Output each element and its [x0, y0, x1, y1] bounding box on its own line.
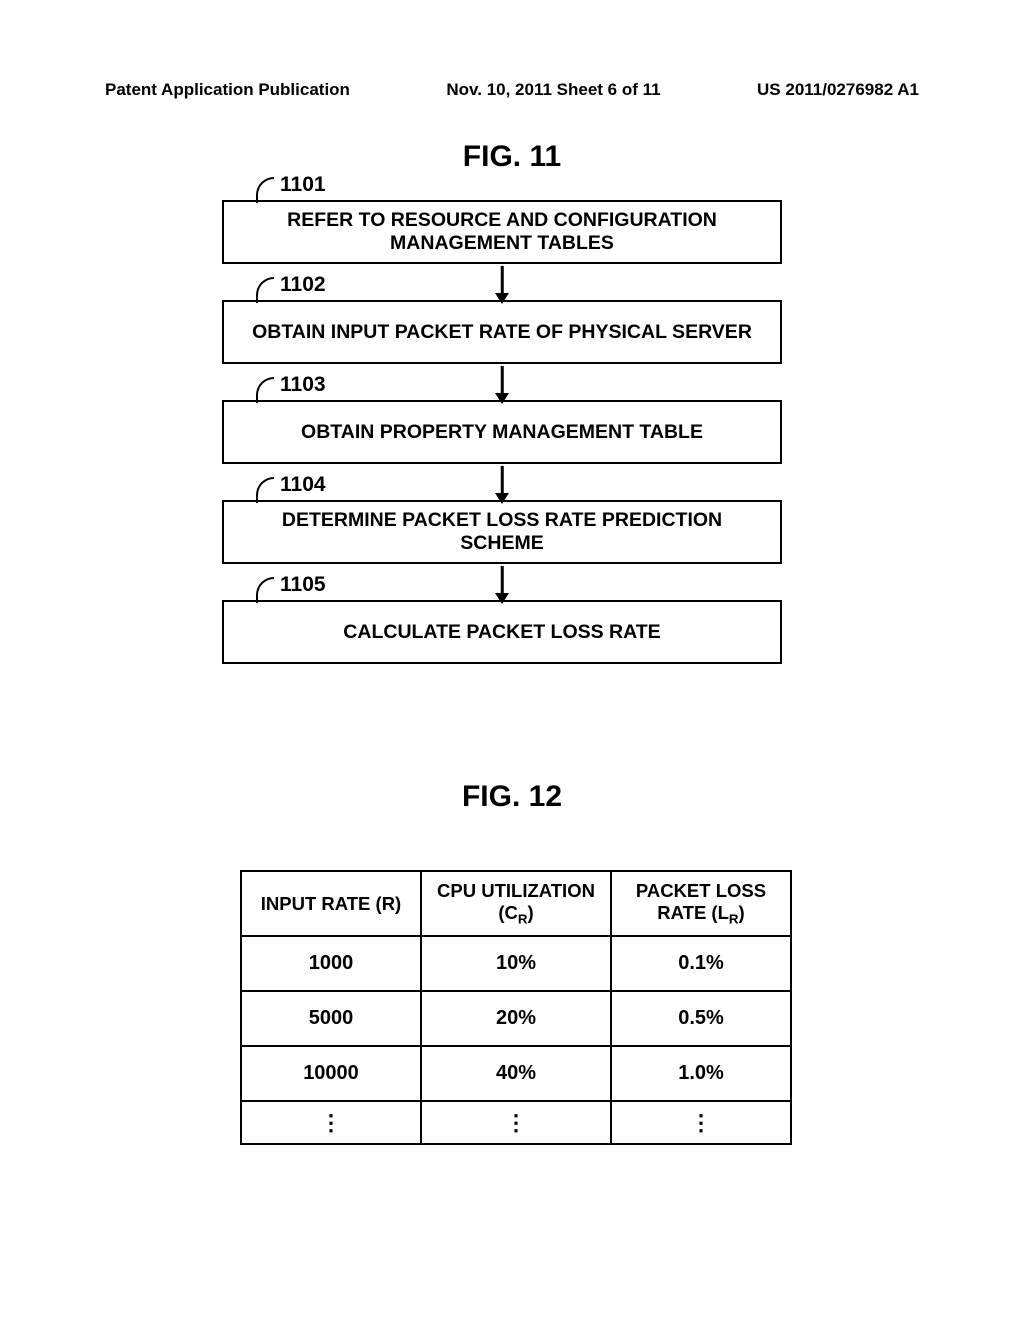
leader-line-icon — [256, 577, 274, 603]
flow-step-text: OBTAIN PROPERTY MANAGEMENT TABLE — [301, 421, 703, 444]
cell-l: 0.1% — [611, 936, 791, 991]
cell-c: 10% — [421, 936, 611, 991]
cell-r: 10000 — [241, 1046, 421, 1101]
leader-line-icon — [256, 177, 274, 203]
ref-number: 1101 — [280, 173, 326, 198]
step-ref-1103: 1103 — [256, 372, 326, 402]
cell-r: 1000 — [241, 936, 421, 991]
ref-number: 1105 — [280, 573, 326, 598]
table-header-row: INPUT RATE (R) CPU UTILIZATION (CR) PACK… — [241, 871, 791, 936]
flow-step-1104: 1104 DETERMINE PACKET LOSS RATE PREDICTI… — [222, 500, 782, 564]
step-ref-1104: 1104 — [256, 472, 326, 502]
flow-step-text: DETERMINE PACKET LOSS RATE PREDICTION SC… — [246, 509, 758, 555]
flow-step-text: REFER TO RESOURCE AND CONFIGURATION MANA… — [246, 209, 758, 255]
flow-step-text: CALCULATE PACKET LOSS RATE — [343, 621, 660, 644]
cell-l-ellipsis: ⋮ — [611, 1101, 791, 1144]
leader-line-icon — [256, 477, 274, 503]
flow-step-1102: 1102 OBTAIN INPUT PACKET RATE OF PHYSICA… — [222, 300, 782, 364]
table-row: 1000 10% 0.1% — [241, 936, 791, 991]
ref-number: 1102 — [280, 273, 326, 298]
col-c-post: ) — [527, 902, 533, 923]
header-left: Patent Application Publication — [105, 80, 350, 100]
cell-r-ellipsis: ⋮ — [241, 1101, 421, 1144]
table-row-ellipsis: ⋮ ⋮ ⋮ — [241, 1101, 791, 1144]
leader-line-icon — [256, 277, 274, 303]
flow-step-1103: 1103 OBTAIN PROPERTY MANAGEMENT TABLE — [222, 400, 782, 464]
header-right: US 2011/0276982 A1 — [757, 80, 919, 100]
figure-12-title: FIG. 12 — [0, 780, 1024, 814]
step-ref-1101: 1101 — [256, 172, 326, 202]
col-input-rate: INPUT RATE (R) — [241, 871, 421, 936]
table-row: 10000 40% 1.0% — [241, 1046, 791, 1101]
figure-11-flowchart: 1101 REFER TO RESOURCE AND CONFIGURATION… — [222, 200, 802, 664]
cell-l: 1.0% — [611, 1046, 791, 1101]
cell-r: 5000 — [241, 991, 421, 1046]
col-cpu-utilization: CPU UTILIZATION (CR) — [421, 871, 611, 936]
col-packet-loss-rate: PACKET LOSS RATE (LR) — [611, 871, 791, 936]
ref-number: 1103 — [280, 373, 326, 398]
figure-12-table: INPUT RATE (R) CPU UTILIZATION (CR) PACK… — [240, 870, 792, 1145]
col-l-pre: PACKET LOSS RATE (L — [636, 880, 766, 923]
cell-c: 20% — [421, 991, 611, 1046]
table-row: 5000 20% 0.5% — [241, 991, 791, 1046]
header-mid: Nov. 10, 2011 Sheet 6 of 11 — [446, 80, 660, 100]
flow-step-1105: 1105 CALCULATE PACKET LOSS RATE — [222, 600, 782, 664]
step-ref-1105: 1105 — [256, 572, 326, 602]
cell-c-ellipsis: ⋮ — [421, 1101, 611, 1144]
col-c-pre: CPU UTILIZATION (C — [437, 880, 595, 923]
ref-number: 1104 — [280, 473, 326, 498]
col-l-sub: R — [729, 912, 739, 927]
figure-11-title: FIG. 11 — [0, 140, 1024, 174]
cell-c: 40% — [421, 1046, 611, 1101]
col-l-post: ) — [739, 902, 745, 923]
flow-step-1101: 1101 REFER TO RESOURCE AND CONFIGURATION… — [222, 200, 782, 264]
step-ref-1102: 1102 — [256, 272, 326, 302]
cell-l: 0.5% — [611, 991, 791, 1046]
page-header: Patent Application Publication Nov. 10, … — [105, 80, 919, 100]
leader-line-icon — [256, 377, 274, 403]
flow-step-text: OBTAIN INPUT PACKET RATE OF PHYSICAL SER… — [252, 321, 752, 344]
